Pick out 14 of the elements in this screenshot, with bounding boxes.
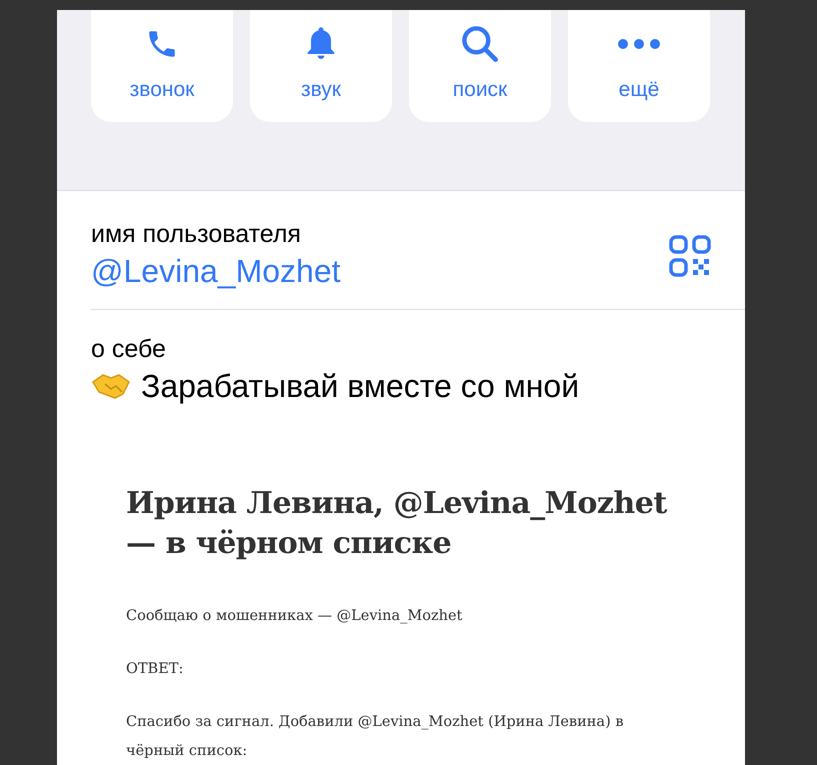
field-label: имя пользователя: [91, 219, 302, 249]
action-button[interactable]: поиск: [409, 10, 551, 122]
more-icon: [616, 39, 662, 49]
action-button[interactable]: звонок: [91, 10, 233, 122]
action-button[interactable]: ещё: [568, 10, 710, 122]
paragraph: ОТВЕТ:: [126, 660, 184, 679]
article-title: Ирина Левина, @Levina_Mozhet — в чёрном списке: [126, 485, 668, 563]
qr-code-icon[interactable]: [669, 235, 711, 277]
paragraph: Сообщаю о мошенниках — @Levina_Mozhet: [126, 607, 464, 626]
username-link[interactable]: @Levina_Mozhet: [91, 249, 341, 293]
paragraph: Спасибо за сигнал. Добавили @Levina_Mozhet (Ирина Левина) в чёрный список:: [126, 713, 625, 761]
action-button[interactable]: звук: [250, 10, 392, 122]
bio-text: Зарабатывай вместе со мной: [141, 367, 580, 406]
field-label: о себе: [91, 334, 167, 364]
